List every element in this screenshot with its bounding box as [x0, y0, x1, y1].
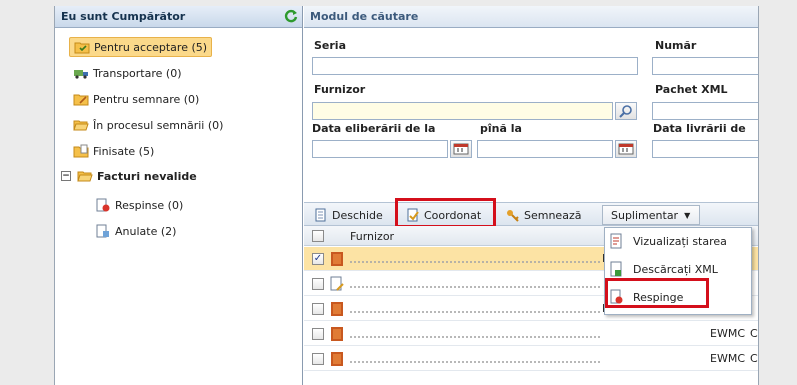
- data-livrarii-input[interactable]: [652, 140, 758, 158]
- numar-label: Număr: [655, 39, 697, 52]
- highlight-box-respinge: [605, 278, 709, 308]
- app-frame: Eu sunt Cumpărător Pentru acceptare (5) …: [54, 6, 759, 385]
- search-panel-title: Modul de căutare: [310, 10, 419, 23]
- tree-item-finisate[interactable]: Finisate (5): [69, 141, 158, 161]
- sign-key-icon: [507, 210, 519, 222]
- doc-reject-icon: [96, 198, 110, 212]
- lookup-button[interactable]: [615, 102, 637, 120]
- folder-check-icon: [74, 42, 90, 54]
- folder-open-icon: [77, 171, 93, 182]
- row-checkbox[interactable]: [312, 278, 324, 290]
- seria-input[interactable]: [312, 57, 638, 75]
- magnifier-icon: [619, 105, 632, 118]
- calendar-icon: [618, 143, 634, 155]
- tree-item-transportare[interactable]: Transportare (0): [69, 63, 185, 83]
- table-row[interactable]: EWMC C: [304, 322, 758, 346]
- download-doc-icon: [610, 261, 622, 277]
- tree-item-anulate[interactable]: Anulate (2): [91, 221, 180, 241]
- tree-item-label: Anulate (2): [115, 224, 177, 238]
- menu-item-label: Vizualizați starea: [633, 234, 727, 248]
- calendar-button-from[interactable]: [450, 140, 472, 158]
- search-panel-header: Modul de căutare: [304, 6, 758, 28]
- semneaza-button[interactable]: Semnează: [502, 205, 585, 225]
- redacted-text: [350, 336, 600, 342]
- folder-doc-icon: [73, 144, 89, 158]
- chevron-down-icon: ▼: [684, 210, 691, 220]
- collapse-toggle-icon[interactable]: −: [61, 171, 71, 181]
- open-doc-icon: [315, 208, 326, 222]
- invoice-doc-icon: [331, 327, 343, 341]
- action-toolbar: Deschide Coordonat Semnează Suplimentar …: [304, 202, 758, 226]
- table-row[interactable]: EWMC C: [304, 347, 758, 371]
- semneaza-label: Semnează: [524, 208, 582, 222]
- pina-la-input[interactable]: [477, 140, 613, 158]
- redacted-text: [350, 286, 600, 292]
- data-livrarii-label: Data livrării de: [653, 122, 746, 135]
- left-panel-header: Eu sunt Cumpărător: [55, 6, 302, 28]
- refresh-icon[interactable]: [284, 9, 298, 23]
- tree-item-label: Respinse (0): [115, 198, 184, 212]
- select-all-checkbox[interactable]: [312, 230, 324, 242]
- menu-item-descarcati-xml[interactable]: Descărcați XML: [609, 258, 718, 280]
- col-furnizor-header: Furnizor: [350, 230, 395, 243]
- redacted-text: [350, 311, 600, 317]
- row-checkbox[interactable]: ✓: [312, 253, 324, 265]
- folder-pen-icon: [73, 94, 89, 106]
- furnizor-label: Furnizor: [314, 83, 366, 96]
- row-checkbox[interactable]: [312, 303, 324, 315]
- redacted-text: [350, 361, 600, 367]
- row-code: EWMC: [710, 327, 745, 340]
- tree-item-label: Transportare (0): [93, 66, 182, 80]
- row-checkbox[interactable]: [312, 328, 324, 340]
- row-code: EWMC: [710, 352, 745, 365]
- tree-item-label: Facturi nevalide: [97, 169, 197, 183]
- invoice-doc-pen-icon: [330, 276, 344, 291]
- pina-la-label: pînă la: [480, 122, 522, 135]
- tree-item-label: În procesul semnării (0): [93, 118, 224, 132]
- highlight-box-coordonat: [395, 198, 496, 228]
- menu-item-vizualizati-starea[interactable]: Vizualizați starea: [609, 230, 727, 252]
- calendar-icon: [453, 143, 469, 155]
- tree-item-pentru-acceptare[interactable]: Pentru acceptare (5): [69, 37, 213, 57]
- tree-item-facturi-nevalide[interactable]: − Facturi nevalide: [57, 166, 201, 186]
- suplimentar-menu-button[interactable]: Suplimentar ▼: [602, 205, 700, 225]
- data-eliberarii-input[interactable]: [312, 140, 448, 158]
- invoice-doc-icon: [331, 252, 343, 266]
- tree-item-pentru-semnare[interactable]: Pentru semnare (0): [69, 89, 203, 109]
- tree-item-label: Pentru semnare (0): [93, 92, 200, 106]
- left-tree-panel: Eu sunt Cumpărător Pentru acceptare (5) …: [55, 6, 303, 385]
- status-doc-icon: [610, 233, 622, 249]
- menu-item-label: Descărcați XML: [633, 262, 718, 276]
- suplimentar-label: Suplimentar: [611, 208, 679, 222]
- folder-open-icon: [73, 120, 89, 131]
- truck-icon: [74, 70, 88, 79]
- deschide-label: Deschide: [332, 208, 383, 222]
- row-tail: C: [750, 327, 758, 340]
- tree-item-respinse[interactable]: Respinse (0): [91, 195, 187, 215]
- seria-label: Seria: [314, 39, 347, 52]
- tree-item-in-procesul-semnarii[interactable]: În procesul semnării (0): [69, 115, 227, 135]
- numar-input[interactable]: [652, 57, 758, 75]
- doc-cancel-icon: [96, 224, 109, 238]
- invoice-doc-icon: [331, 302, 343, 316]
- redacted-text: [350, 261, 600, 267]
- calendar-button-to[interactable]: [615, 140, 637, 158]
- furnizor-input[interactable]: [312, 102, 613, 120]
- row-checkbox[interactable]: [312, 353, 324, 365]
- search-panel: Modul de căutare Seria Număr Furnizor Pa…: [304, 6, 758, 385]
- pachet-xml-input[interactable]: [652, 102, 758, 120]
- tree-item-label: Finisate (5): [93, 144, 155, 158]
- invoice-doc-icon: [331, 352, 343, 366]
- left-panel-title: Eu sunt Cumpărător: [61, 10, 186, 23]
- tree-item-label: Pentru acceptare (5): [94, 40, 208, 54]
- deschide-button[interactable]: Deschide: [310, 205, 387, 225]
- data-eliberarii-label: Data eliberării de la: [312, 122, 436, 135]
- row-tail: C: [750, 352, 758, 365]
- pachet-xml-label: Pachet XML: [655, 83, 728, 96]
